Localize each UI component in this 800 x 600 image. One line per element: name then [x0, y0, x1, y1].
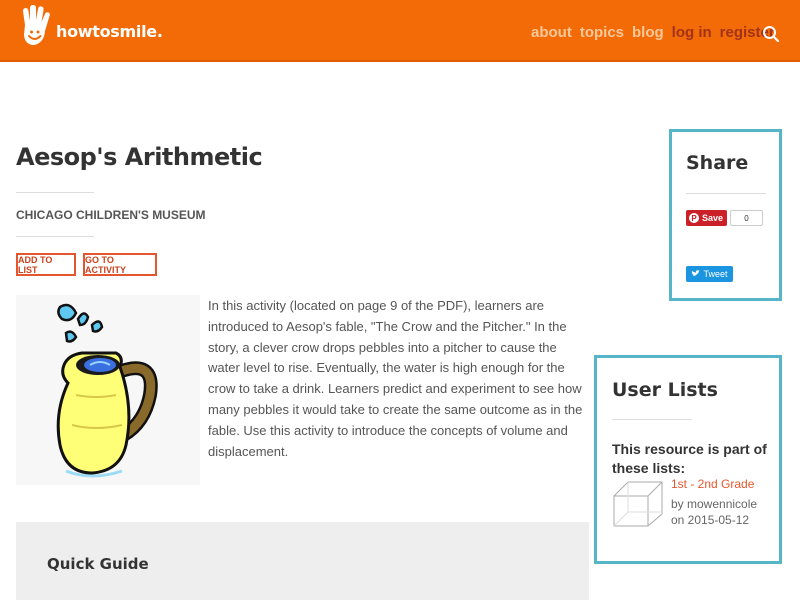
list-date: on 2015-05-12: [671, 513, 750, 527]
site-logo[interactable]: howtosmile.: [18, 5, 163, 49]
resource-description: In this activity (located on page 9 of t…: [208, 298, 583, 459]
list-author: by mowennicole: [671, 497, 758, 511]
share-title: Share: [686, 152, 749, 174]
site-header: howtosmile. about topics blog log in reg…: [0, 0, 800, 62]
pinterest-icon: P: [689, 213, 699, 223]
list-link[interactable]: 1st - 2nd Grade: [671, 477, 754, 491]
nav-topics[interactable]: topics: [580, 24, 624, 41]
resource-title: Aesop's Arithmetic: [16, 143, 263, 171]
nav-about[interactable]: about: [531, 24, 572, 41]
go-to-activity-button[interactable]: GO TO ACTIVITY: [83, 253, 157, 276]
lists-intro: This resource is part of these lists:: [612, 441, 767, 476]
publisher-divider: [16, 236, 94, 237]
quick-guide-panel: Quick Guide: [16, 522, 589, 600]
pinterest-save-label: Save: [702, 213, 724, 223]
hand-logo-icon: [23, 5, 50, 45]
pinterest-save-button[interactable]: P Save: [686, 210, 727, 226]
cube-icon: [613, 481, 663, 527]
search-icon[interactable]: [762, 25, 780, 43]
nav-blog[interactable]: blog: [632, 24, 664, 41]
pinterest-count: 0: [730, 210, 763, 226]
add-to-list-button[interactable]: ADD TO LIST: [16, 253, 76, 276]
pitcher-illustration: [56, 303, 158, 478]
brand-name: howtosmile.: [56, 21, 163, 41]
share-divider: [686, 193, 766, 194]
user-lists-divider: [612, 419, 692, 420]
user-lists-title: User Lists: [612, 379, 718, 401]
main-nav: about topics blog log in register: [531, 24, 783, 41]
title-divider: [16, 192, 94, 193]
user-lists-panel: User Lists This resource is part of thes…: [594, 355, 782, 564]
tweet-button[interactable]: Tweet: [686, 266, 733, 282]
quick-guide-title: Quick Guide: [47, 555, 149, 573]
resource-thumbnail: [16, 295, 200, 485]
share-panel: Share P Save 0 Tweet: [669, 129, 782, 301]
twitter-bird-icon: [691, 270, 701, 277]
publisher-name[interactable]: CHICAGO CHILDREN'S MUSEUM: [16, 208, 206, 222]
nav-log-in[interactable]: log in: [672, 24, 712, 41]
tweet-label: Tweet: [703, 269, 728, 279]
